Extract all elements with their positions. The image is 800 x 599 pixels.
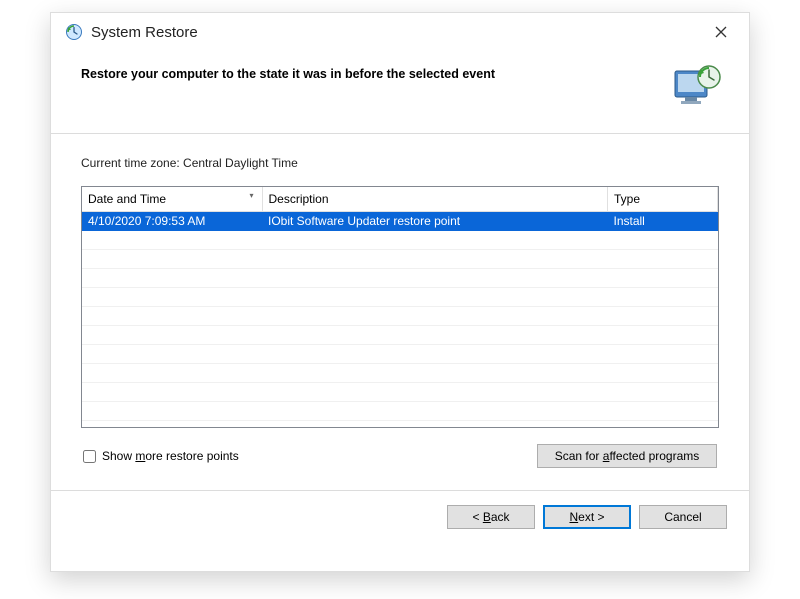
- cell-description: IObit Software Updater restore point: [262, 211, 608, 230]
- window-title: System Restore: [91, 24, 703, 41]
- cancel-button[interactable]: Cancel: [639, 505, 727, 529]
- sort-indicator-icon: ▾: [249, 191, 253, 200]
- column-header-type[interactable]: Type: [608, 187, 718, 211]
- table-row: .: [82, 249, 718, 268]
- restore-points-table[interactable]: Date and Time ▾ Description Type 4/10/20…: [81, 186, 719, 428]
- cell-type: Install: [608, 211, 718, 230]
- system-restore-window: System Restore Restore your computer to …: [50, 12, 750, 572]
- table-row: .: [82, 325, 718, 344]
- page-heading: Restore your computer to the state it wa…: [81, 63, 659, 81]
- table-row[interactable]: 4/10/2020 7:09:53 AM IObit Software Upda…: [82, 211, 718, 230]
- show-more-checkbox[interactable]: Show more restore points: [83, 449, 239, 463]
- column-header-description[interactable]: Description: [262, 187, 608, 211]
- back-button[interactable]: < Back: [447, 505, 535, 529]
- table-row: .: [82, 287, 718, 306]
- table-row: .: [82, 268, 718, 287]
- close-button[interactable]: [703, 18, 739, 46]
- close-icon: [715, 26, 727, 38]
- next-button[interactable]: Next >: [543, 505, 631, 529]
- cell-date: 4/10/2020 7:09:53 AM: [82, 211, 262, 230]
- table-row: .: [82, 401, 718, 420]
- timezone-label: Current time zone: Central Daylight Time: [81, 156, 719, 170]
- table-row: .: [82, 306, 718, 325]
- table-row: .: [82, 230, 718, 249]
- restore-monitor-icon: [671, 63, 723, 111]
- table-row: .: [82, 382, 718, 401]
- table-row: .: [82, 363, 718, 382]
- system-restore-icon: [65, 23, 83, 41]
- body-panel: Current time zone: Central Daylight Time…: [51, 134, 749, 468]
- options-row: Show more restore points Scan for affect…: [81, 444, 719, 468]
- footer: < Back Next > Cancel: [51, 491, 749, 543]
- titlebar: System Restore: [51, 13, 749, 49]
- column-header-date[interactable]: Date and Time ▾: [82, 187, 262, 211]
- scan-affected-button[interactable]: Scan for affected programs: [537, 444, 717, 468]
- table-row: .: [82, 344, 718, 363]
- header-panel: Restore your computer to the state it wa…: [51, 49, 749, 133]
- show-more-label: Show more restore points: [102, 449, 239, 463]
- show-more-checkbox-input[interactable]: [83, 450, 96, 463]
